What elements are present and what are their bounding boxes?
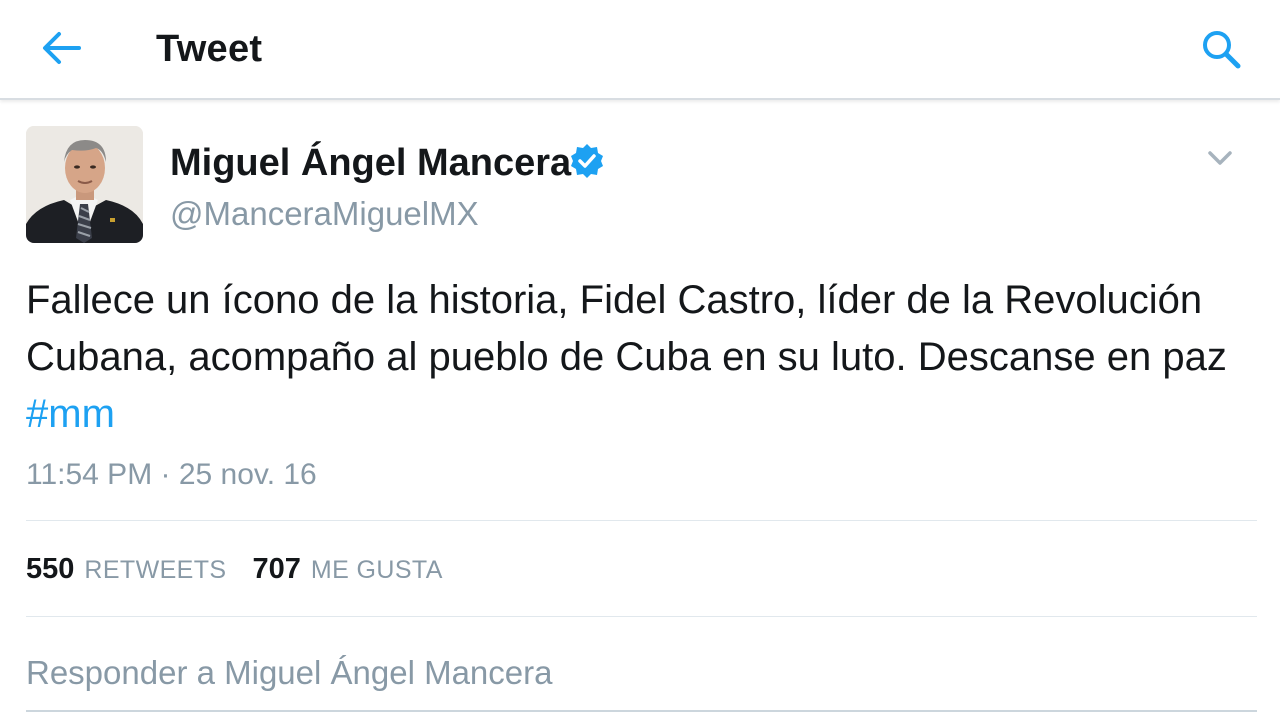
avatar[interactable]: [26, 126, 143, 243]
arrow-left-icon: [43, 32, 81, 64]
divider: [26, 520, 1257, 521]
reply-input-underline: [26, 710, 1257, 712]
retweets-stat[interactable]: 550 RETWEETS: [26, 553, 226, 586]
reply-input[interactable]: Responder a Miguel Ángel Mancera: [26, 654, 552, 692]
chevron-down-icon: [1208, 151, 1232, 165]
retweets-label: RETWEETS: [84, 556, 227, 584]
author-name[interactable]: Miguel Ángel Mancera: [170, 142, 571, 185]
tweet-options-button[interactable]: [1200, 142, 1240, 174]
verified-badge-icon: [571, 144, 603, 178]
retweets-count: 550: [26, 553, 75, 585]
divider: [26, 616, 1257, 617]
tweet-stats: 550 RETWEETS 707 ME GUSTA: [26, 553, 443, 589]
tweet-text-body: Fallece un ícono de la historia, Fidel C…: [26, 278, 1227, 379]
back-button[interactable]: [38, 26, 84, 70]
top-app-bar: Tweet: [0, 0, 1280, 100]
hashtag-link[interactable]: #mm: [26, 392, 115, 436]
author-handle[interactable]: @ManceraMiguelMX: [170, 195, 479, 233]
avatar-photo: [26, 126, 143, 243]
likes-label: ME GUSTA: [310, 556, 443, 584]
tweet-timestamp[interactable]: 11:54 PM · 25 nov. 16: [26, 458, 317, 492]
search-icon: [1203, 31, 1241, 69]
search-button[interactable]: [1196, 24, 1246, 74]
page-title: Tweet: [156, 28, 263, 70]
likes-stat[interactable]: 707 ME GUSTA: [252, 553, 442, 586]
likes-count: 707: [252, 553, 301, 585]
tweet-text: Fallece un ícono de la historia, Fidel C…: [26, 272, 1266, 443]
